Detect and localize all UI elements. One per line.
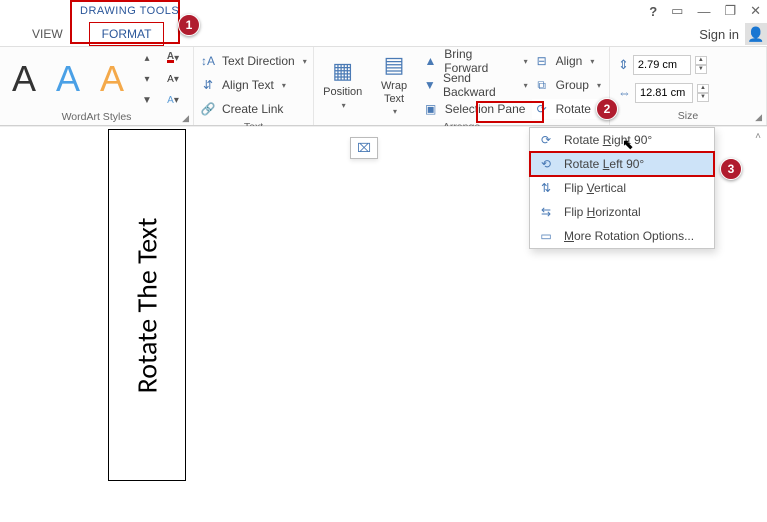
annotation-step-2: 2 <box>596 98 618 120</box>
wordart-gallery-more-icon[interactable]: ▼ <box>138 91 156 109</box>
group-icon: ⧉ <box>534 77 550 93</box>
tab-format[interactable]: FORMAT <box>89 22 165 46</box>
align-objects-button[interactable]: ⊟Align▾ <box>532 51 605 71</box>
height-down-icon[interactable]: ▼ <box>695 65 707 74</box>
help-icon[interactable]: ? <box>649 4 657 19</box>
rotate-icon: ⟳ <box>534 101 550 117</box>
wordart-style-1[interactable]: A <box>4 61 44 97</box>
text-fill-button[interactable]: A▾ <box>164 49 182 67</box>
text-effects-button[interactable]: A▾ <box>164 91 182 109</box>
width-down-icon[interactable]: ▼ <box>697 93 709 102</box>
selection-pane-icon: ▣ <box>423 101 439 117</box>
sign-in-link[interactable]: Sign in <box>699 27 745 42</box>
flip-horizontal-icon: ⇆ <box>538 205 554 219</box>
send-backward-icon: ▼ <box>423 77 437 93</box>
text-box-content: Rotate The Text <box>130 217 165 393</box>
menu-rotate-left[interactable]: ⟲ Rotate Left 90° ⬉ <box>530 152 714 176</box>
text-direction-icon: ↕A <box>200 53 216 69</box>
flip-vertical-icon: ⇅ <box>538 181 554 195</box>
group-label-size: Size <box>678 110 698 122</box>
document-text-box[interactable]: Rotate The Text <box>108 129 186 481</box>
menu-more-rotation[interactable]: ▭ More Rotation Options... <box>530 224 714 248</box>
user-avatar-icon[interactable]: 👤 <box>745 23 767 45</box>
bring-forward-icon: ▲ <box>423 53 439 69</box>
width-icon: ⇔ <box>618 85 631 100</box>
position-button[interactable]: ▦ Position▾ <box>318 56 367 111</box>
menu-flip-horizontal[interactable]: ⇆ Flip Horizontal <box>530 200 714 224</box>
shape-height-input[interactable] <box>633 55 691 75</box>
height-up-icon[interactable]: ▲ <box>695 56 707 65</box>
menu-flip-vertical[interactable]: ⇅ Flip Vertical <box>530 176 714 200</box>
send-backward-button[interactable]: ▼Send Backward▾ <box>421 75 530 95</box>
size-dialog-launcher-icon[interactable]: ◢ <box>755 112 762 123</box>
layout-options-icon: ⌧ <box>357 141 371 155</box>
ribbon-display-options-icon[interactable]: ▭ <box>671 3 683 19</box>
collapse-ribbon-icon[interactable]: ˄ <box>755 131 761 142</box>
menu-rotate-right[interactable]: ⟳ Rotate Right 90° <box>530 128 714 152</box>
rotate-left-icon: ⟲ <box>538 157 554 171</box>
wordart-gallery-up-icon[interactable]: ▴ <box>138 49 156 67</box>
wordart-dialog-launcher-icon[interactable]: ◢ <box>182 113 189 124</box>
group-objects-button[interactable]: ⧉Group▾ <box>532 75 605 95</box>
restore-icon[interactable]: ❐ <box>724 3 736 19</box>
align-text-icon: ⇵ <box>200 77 216 93</box>
text-outline-button[interactable]: A▾ <box>164 70 182 88</box>
link-icon: 🔗 <box>200 101 216 117</box>
annotation-step-1: 1 <box>178 14 200 36</box>
wordart-gallery-down-icon[interactable]: ▾ <box>138 70 156 88</box>
wrap-text-button[interactable]: ▤ Wrap Text▾ <box>369 50 418 117</box>
annotation-step-3: 3 <box>720 158 742 180</box>
align-text-button[interactable]: ⇵Align Text▾ <box>198 75 309 95</box>
wrap-text-icon: ▤ <box>384 52 405 78</box>
minimize-icon[interactable]: — <box>697 4 710 19</box>
group-label-wordart: WordArt Styles <box>62 111 132 123</box>
tab-view[interactable]: VIEW <box>22 25 73 43</box>
selection-pane-button[interactable]: ▣Selection Pane <box>421 99 530 119</box>
more-rotation-icon: ▭ <box>538 229 554 243</box>
shape-width-input[interactable] <box>635 83 693 103</box>
wordart-style-3[interactable]: A <box>92 61 132 97</box>
bring-forward-button[interactable]: ▲Bring Forward▾ <box>421 51 530 71</box>
rotate-button[interactable]: ⟳Rotate▾ <box>532 99 605 119</box>
close-icon[interactable]: ✕ <box>750 3 761 19</box>
rotate-dropdown-menu: ⟳ Rotate Right 90° ⟲ Rotate Left 90° ⬉ ⇅… <box>529 127 715 249</box>
position-icon: ▦ <box>332 58 353 84</box>
width-up-icon[interactable]: ▲ <box>697 84 709 93</box>
wordart-style-2[interactable]: A <box>48 61 88 97</box>
create-link-button[interactable]: 🔗Create Link <box>198 99 309 119</box>
text-direction-button[interactable]: ↕AText Direction▾ <box>198 51 309 71</box>
contextual-tab-label: DRAWING TOOLS <box>72 3 187 19</box>
align-icon: ⊟ <box>534 53 550 69</box>
height-icon: ⇕ <box>618 57 629 73</box>
rotate-right-icon: ⟳ <box>538 133 554 147</box>
layout-options-button[interactable]: ⌧ <box>350 137 378 159</box>
